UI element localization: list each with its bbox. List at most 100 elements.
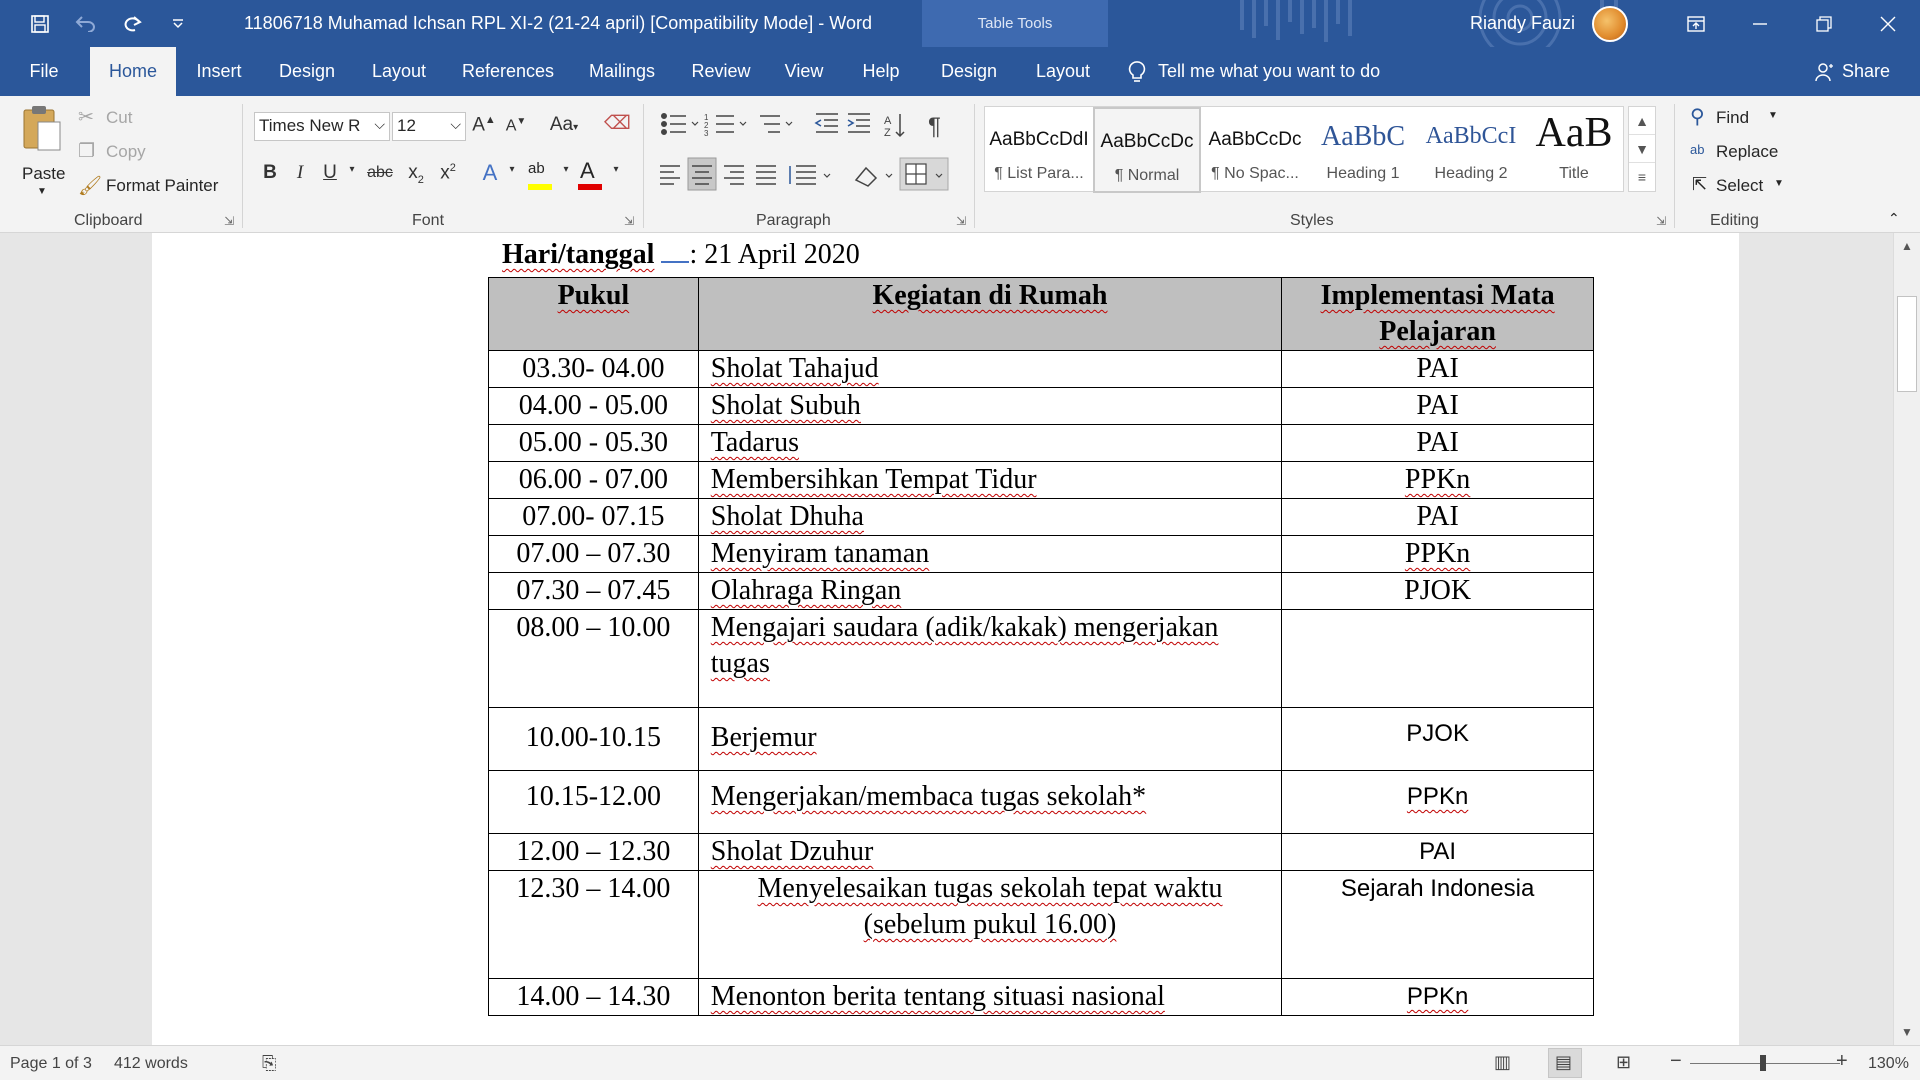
- tab-insert[interactable]: Insert: [186, 47, 252, 96]
- subject-cell[interactable]: PJOK: [1281, 572, 1594, 610]
- subject-cell[interactable]: PJOK: [1281, 707, 1594, 771]
- subject-cell[interactable]: PPKn: [1405, 464, 1470, 495]
- font-launcher-icon[interactable]: ⇲: [624, 214, 634, 228]
- tab-layout[interactable]: Layout: [364, 47, 434, 96]
- subject-cell[interactable]: PAI: [1281, 350, 1594, 388]
- share-button[interactable]: Share: [1814, 47, 1890, 96]
- customize-qat-icon[interactable]: [162, 8, 194, 40]
- paste-dropdown-icon[interactable]: ▼: [37, 186, 47, 197]
- word-count[interactable]: 412 words: [114, 1055, 188, 1073]
- activity-cell[interactable]: Berjemur: [711, 722, 817, 753]
- activity-cell[interactable]: Menonton berita tentang situasi nasional: [711, 981, 1165, 1012]
- style-list-paragraph[interactable]: AaBbCcDdI ¶ List Para...: [985, 107, 1093, 193]
- subject-cell[interactable]: PAI: [1281, 424, 1594, 462]
- activity-cell[interactable]: Olahraga Ringan: [711, 575, 902, 606]
- print-layout-icon[interactable]: ▤: [1555, 1052, 1572, 1073]
- tab-mailings[interactable]: Mailings: [580, 47, 664, 96]
- avatar[interactable]: [1592, 6, 1628, 42]
- clear-formatting-icon[interactable]: ⌫: [604, 112, 631, 135]
- activity-cell[interactable]: Sholat Dhuha: [711, 501, 864, 532]
- bold-button[interactable]: B: [258, 162, 282, 184]
- cut-button[interactable]: ✂ Cut: [78, 106, 168, 132]
- activity-cell[interactable]: Tadarus: [711, 427, 799, 458]
- subject-cell[interactable]: PAI: [1281, 387, 1594, 425]
- undo-icon[interactable]: [70, 8, 102, 40]
- zoom-slider-thumb[interactable]: [1760, 1055, 1766, 1071]
- web-layout-icon[interactable]: ⊞: [1616, 1052, 1631, 1073]
- highlight-dropdown-icon[interactable]: ▾: [554, 164, 578, 175]
- tell-me-search[interactable]: Tell me what you want to do: [1128, 47, 1380, 96]
- activity-cell[interactable]: Mengerjakan/membaca tugas sekolah*: [711, 781, 1146, 812]
- tab-references[interactable]: References: [458, 47, 558, 96]
- zoom-in-icon[interactable]: +: [1836, 1050, 1848, 1073]
- tab-review[interactable]: Review: [684, 47, 758, 96]
- paste-button[interactable]: Paste ▼: [18, 104, 68, 200]
- redo-icon[interactable]: [116, 8, 148, 40]
- user-name[interactable]: Riandy Fauzi: [1470, 13, 1575, 34]
- font-color-dropdown-icon[interactable]: ▾: [604, 164, 628, 175]
- copy-button[interactable]: ❐ Copy: [78, 140, 168, 166]
- time-cell[interactable]: 04.00 - 05.00: [488, 387, 699, 425]
- collapse-ribbon-icon[interactable]: ⌃: [1888, 210, 1900, 227]
- restore-icon[interactable]: [1792, 0, 1856, 47]
- tab-table-layout[interactable]: Layout: [1028, 47, 1098, 96]
- minimize-icon[interactable]: [1728, 0, 1792, 47]
- scroll-up-icon[interactable]: ▲: [1894, 235, 1920, 257]
- tab-help[interactable]: Help: [854, 47, 908, 96]
- time-cell[interactable]: 10.15-12.00: [488, 770, 699, 834]
- page-count[interactable]: Page 1 of 3: [10, 1055, 92, 1073]
- text-effects-dropdown-icon[interactable]: ▾: [500, 164, 524, 175]
- tab-home[interactable]: Home: [90, 47, 176, 96]
- subject-cell[interactable]: Sejarah Indonesia: [1281, 870, 1594, 979]
- gallery-down-icon[interactable]: ▼: [1629, 135, 1655, 163]
- time-cell[interactable]: 05.00 - 05.30: [488, 424, 699, 462]
- time-cell[interactable]: 07.00- 07.15: [488, 498, 699, 536]
- subject-cell[interactable]: [1281, 609, 1594, 708]
- vertical-scrollbar[interactable]: ▲ ▼: [1893, 233, 1920, 1045]
- close-icon[interactable]: [1856, 0, 1920, 47]
- activity-cell[interactable]: Membersihkan Tempat Tidur: [711, 464, 1037, 495]
- subject-cell[interactable]: PPKn: [1405, 538, 1470, 569]
- activity-cell[interactable]: Sholat Tahajud: [711, 353, 879, 384]
- time-cell[interactable]: 06.00 - 07.00: [488, 461, 699, 499]
- font-color-button[interactable]: A: [576, 158, 606, 190]
- underline-button[interactable]: U: [318, 162, 342, 184]
- strikethrough-button[interactable]: abc: [362, 164, 398, 182]
- subject-cell[interactable]: PPKn: [1407, 983, 1468, 1010]
- ribbon-display-options-icon[interactable]: [1664, 0, 1728, 47]
- time-cell[interactable]: 14.00 – 14.30: [488, 978, 699, 1016]
- proofing-icon[interactable]: ⎘: [262, 1053, 276, 1074]
- highlight-color-button[interactable]: ab: [526, 160, 556, 190]
- gallery-up-icon[interactable]: ▲: [1629, 107, 1655, 135]
- format-painter-button[interactable]: 🖌 Format Painter: [78, 174, 228, 200]
- text-effects-icon[interactable]: A: [478, 160, 502, 186]
- styles-launcher-icon[interactable]: ⇲: [1656, 214, 1666, 228]
- activity-cell[interactable]: Menyiram tanaman: [711, 538, 929, 569]
- save-icon[interactable]: [24, 8, 56, 40]
- activity-cell[interactable]: Menyelesaikan tugas sekolah tepat waktu …: [758, 873, 1223, 940]
- find-button[interactable]: ⚲ Find ▼: [1690, 106, 1790, 132]
- read-mode-icon[interactable]: ▥: [1494, 1052, 1511, 1073]
- underline-dropdown-icon[interactable]: ▾: [340, 164, 364, 175]
- clipboard-launcher-icon[interactable]: ⇲: [224, 214, 234, 228]
- activity-cell[interactable]: Sholat Subuh: [711, 390, 861, 421]
- scrollbar-thumb[interactable]: [1897, 296, 1917, 392]
- activity-cell[interactable]: Sholat Dzuhur: [711, 836, 874, 867]
- style-no-spacing[interactable]: AaBbCcDc ¶ No Spac...: [1201, 107, 1309, 193]
- style-title[interactable]: AaB Title: [1525, 107, 1623, 193]
- time-cell[interactable]: 07.00 – 07.30: [488, 535, 699, 573]
- replace-button[interactable]: ab Replace: [1690, 140, 1790, 166]
- subscript-button[interactable]: x2: [404, 162, 428, 186]
- subject-cell[interactable]: PPKn: [1407, 783, 1468, 810]
- select-button[interactable]: ⇱ Select ▼: [1690, 174, 1790, 200]
- zoom-level[interactable]: 130%: [1868, 1055, 1909, 1073]
- tab-file[interactable]: File: [18, 47, 70, 96]
- style-heading-1[interactable]: AaBbC Heading 1: [1309, 107, 1417, 193]
- italic-button[interactable]: I: [288, 162, 312, 184]
- time-cell[interactable]: 10.00-10.15: [488, 707, 699, 771]
- shrink-font-button[interactable]: A▼: [504, 116, 528, 135]
- activity-cell[interactable]: Mengajari saudara (adik/kakak) mengerjak…: [711, 612, 1219, 679]
- time-cell[interactable]: 03.30- 04.00: [488, 350, 699, 388]
- tab-design[interactable]: Design: [270, 47, 344, 96]
- style-heading-2[interactable]: AaBbCcI Heading 2: [1417, 107, 1525, 193]
